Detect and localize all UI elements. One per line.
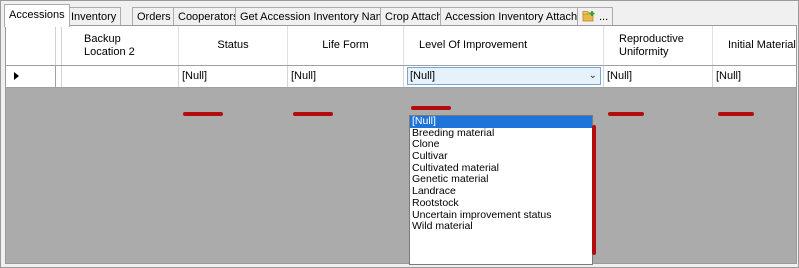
- data-grid: Backup Location 2 Status Life Form Level…: [5, 25, 797, 264]
- level-of-improvement-combobox[interactable]: [Null] ⌄: [407, 67, 601, 85]
- cell-life-form[interactable]: [Null]: [288, 66, 404, 87]
- cell-reproductive-uniformity[interactable]: [Null]: [604, 66, 713, 87]
- cell-status[interactable]: [Null]: [179, 66, 288, 87]
- row-header-corner: [6, 26, 56, 65]
- current-row-arrow-icon: [14, 72, 19, 80]
- dropdown-option-rootstock[interactable]: Rootstock: [410, 197, 592, 210]
- tab-accession-inventory-attach[interactable]: Accession Inventory Attach: [440, 7, 583, 26]
- annotation-underline-initial-material-type: [718, 112, 754, 116]
- chevron-down-icon[interactable]: ⌄: [589, 68, 597, 84]
- cell-backup-location-2[interactable]: [62, 66, 179, 87]
- annotation-bar-dropdown: [592, 125, 596, 255]
- annotation-underline-status: [183, 112, 223, 116]
- tab-accessions[interactable]: Accessions: [4, 4, 70, 27]
- grid-header: Backup Location 2 Status Life Form Level…: [6, 26, 796, 66]
- level-of-improvement-dropdown-list[interactable]: [Null] Breeding material Clone Cultivar …: [409, 115, 593, 265]
- column-header-life-form[interactable]: Life Form: [288, 26, 404, 65]
- column-header-backup-location-2[interactable]: Backup Location 2: [62, 26, 179, 65]
- row-header[interactable]: [6, 66, 56, 87]
- dropdown-option-cultivar[interactable]: Cultivar: [410, 150, 592, 163]
- dropdown-option-wild-material[interactable]: Wild material: [410, 220, 592, 233]
- add-tab-icon: [582, 10, 596, 22]
- tab-inventory[interactable]: Inventory: [66, 7, 122, 26]
- tab-crop-attach[interactable]: Crop Attach: [380, 7, 448, 26]
- column-header-status[interactable]: Status: [179, 26, 288, 65]
- dropdown-option-null[interactable]: [Null]: [410, 115, 592, 128]
- annotation-underline-life-form: [293, 112, 333, 116]
- tab-get-accession-inventory-name[interactable]: Get Accession Inventory Name: [235, 7, 397, 26]
- column-header-level-of-improvement[interactable]: Level Of Improvement: [404, 26, 604, 65]
- annotation-underline-reproductive-uniformity: [608, 112, 644, 116]
- cell-initial-material-type[interactable]: [Null]: [713, 66, 796, 87]
- tab-cooperators[interactable]: Cooperators: [173, 7, 244, 26]
- cell-level-of-improvement[interactable]: [Null] ⌄: [404, 66, 604, 87]
- tab-orders[interactable]: Orders: [132, 7, 176, 26]
- tab-add[interactable]: ...: [577, 7, 614, 26]
- column-header-reproductive-uniformity[interactable]: Reproductive Uniformity: [604, 26, 713, 65]
- table-row[interactable]: [Null] [Null] [Null] ⌄ [Null] [Null]: [6, 66, 796, 88]
- tab-strip: Accessions Inventory Orders Cooperators …: [4, 4, 798, 27]
- column-header-initial-material-type[interactable]: Initial Material Type: [713, 26, 796, 65]
- annotation-underline-level-of-improvement: [411, 106, 451, 110]
